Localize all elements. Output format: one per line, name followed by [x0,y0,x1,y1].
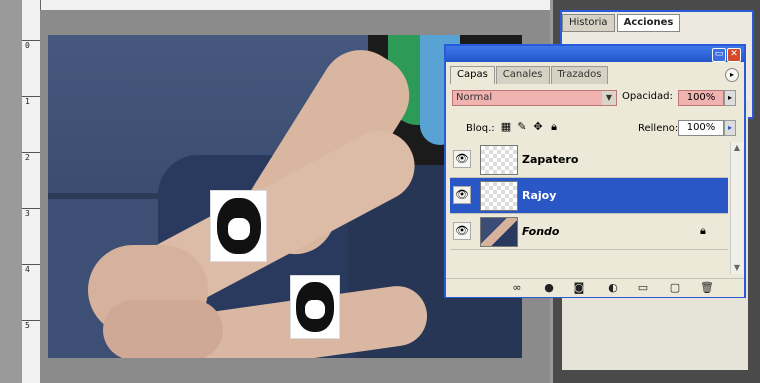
opacity-label: Opacidad: [622,91,673,102]
face-tattoo-image[interactable] [290,275,340,339]
new-layer-icon[interactable]: ▢ [668,281,682,295]
new-group-icon[interactable]: ▭ [636,281,650,295]
opacity-slider-arrow-icon[interactable]: ▸ [724,90,736,106]
scroll-up-icon[interactable]: ▲ [731,142,743,154]
layer-name: Rajoy [522,189,557,202]
chevron-down-icon[interactable]: ▼ [602,91,616,105]
layer-name: Zapatero [522,153,579,166]
layer-thumbnail [480,181,518,211]
face-tattoo-image[interactable] [210,190,267,262]
eye-icon[interactable]: 👁︎ [453,186,471,204]
layer-row-zapatero[interactable]: 👁︎ Zapatero [450,142,728,178]
lock-position-icon[interactable]: ✥ [532,121,544,133]
blend-mode-select[interactable]: Normal ▼ [452,90,617,106]
layers-tabs: Capas Canales Trazados [450,66,609,84]
lock-all-icon[interactable]: 🔒︎ [548,121,560,133]
layers-panel: ▭ ✕ Capas Canales Trazados ▸ Normal ▼ Op… [444,44,746,298]
tab-capas[interactable]: Capas [450,66,495,84]
eye-icon[interactable]: 👁︎ [453,222,471,240]
layer-list: 👁︎ Zapatero 👁︎ Rajoy 👁︎ Fondo 🔒︎ [450,142,728,274]
layer-row-rajoy[interactable]: 👁︎ Rajoy [450,178,728,214]
layer-thumbnail [480,145,518,175]
layer-thumbnail [480,217,518,247]
layer-mask-icon[interactable]: ◙ [572,281,586,295]
link-layers-icon[interactable]: ∞ [510,281,524,295]
layer-row-fondo[interactable]: 👁︎ Fondo 🔒︎ [450,214,728,250]
lock-paint-icon[interactable]: ✎ [516,121,528,133]
lock-transparency-icon[interactable]: ▦ [500,121,512,133]
vertical-ruler: 0 1 2 3 4 5 [22,0,43,383]
opacity-input[interactable]: 100% [678,90,724,106]
tab-canales[interactable]: Canales [495,66,550,84]
tab-historia[interactable]: Historia [562,14,615,32]
layers-toolbar: ∞ ● ◙ ◐ ▭ ▢ 🗑︎ [446,278,744,297]
fill-label: Relleno: [638,123,679,134]
panel-menu-icon[interactable]: ▸ [725,68,739,82]
eye-icon[interactable]: 👁︎ [453,150,471,168]
blend-mode-value: Normal [456,92,493,103]
lock-icon: 🔒︎ [700,224,706,237]
tab-trazados[interactable]: Trazados [550,66,609,84]
layer-name: Fondo [522,225,560,238]
fill-input[interactable]: 100% [678,120,724,136]
tab-acciones[interactable]: Acciones [616,14,681,32]
face-drawing [216,198,261,254]
adjustment-layer-icon[interactable]: ◐ [606,281,620,295]
history-tabs: Historia Acciones [562,14,682,32]
close-icon[interactable]: ✕ [727,48,741,62]
scroll-down-icon[interactable]: ▼ [731,262,743,274]
layers-scrollbar[interactable]: ▲ ▼ [730,142,743,274]
face-drawing [295,282,335,332]
minimize-icon[interactable]: ▭ [712,48,726,62]
lock-label: Bloq.: [466,123,495,134]
fill-slider-arrow-icon[interactable]: ▸ [724,120,736,136]
hand [103,300,223,358]
trash-icon[interactable]: 🗑︎ [700,281,714,295]
panel-title-bar[interactable]: ▭ ✕ [446,46,744,62]
layer-style-icon[interactable]: ● [542,281,556,295]
